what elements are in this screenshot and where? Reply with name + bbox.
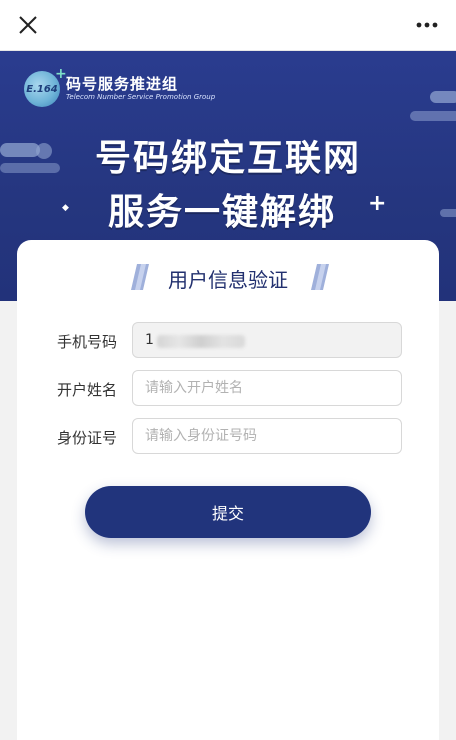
phone-value: 1	[145, 332, 154, 348]
title-decoration-icon	[311, 264, 329, 290]
cloud-decoration	[410, 111, 456, 121]
card-header: 用户信息验证	[17, 262, 439, 292]
phone-label: 手机号码	[57, 333, 118, 351]
sparkle-plus-icon: +	[368, 191, 387, 216]
logo-plus-icon: +	[55, 66, 67, 82]
id-label: 身份证号	[57, 429, 118, 447]
headline-line-1: 号码绑定互联网	[94, 138, 361, 179]
verification-card: 用户信息验证 手机号码 1 开户姓名 身份证号 提交	[17, 240, 439, 740]
top-bar	[0, 0, 456, 51]
sparkle-star-icon: ◆	[62, 203, 69, 213]
name-input[interactable]	[132, 370, 402, 406]
form-title: 用户信息验证	[168, 268, 288, 292]
cloud-decoration	[430, 91, 456, 103]
phone-row: 手机号码 1	[17, 322, 439, 360]
more-icon[interactable]	[416, 22, 438, 28]
phone-field: 1	[132, 322, 402, 358]
id-row: 身份证号	[17, 418, 439, 456]
close-icon[interactable]	[18, 15, 38, 35]
name-label: 开户姓名	[57, 381, 118, 399]
name-row: 开户姓名	[17, 370, 439, 408]
logo-name: 码号服务推进组	[66, 75, 179, 93]
logo-subtitle: Telecom Number Service Promotion Group	[66, 93, 216, 101]
masked-number	[157, 335, 245, 348]
submit-button[interactable]: 提交	[85, 486, 371, 538]
id-number-input[interactable]	[132, 418, 402, 454]
